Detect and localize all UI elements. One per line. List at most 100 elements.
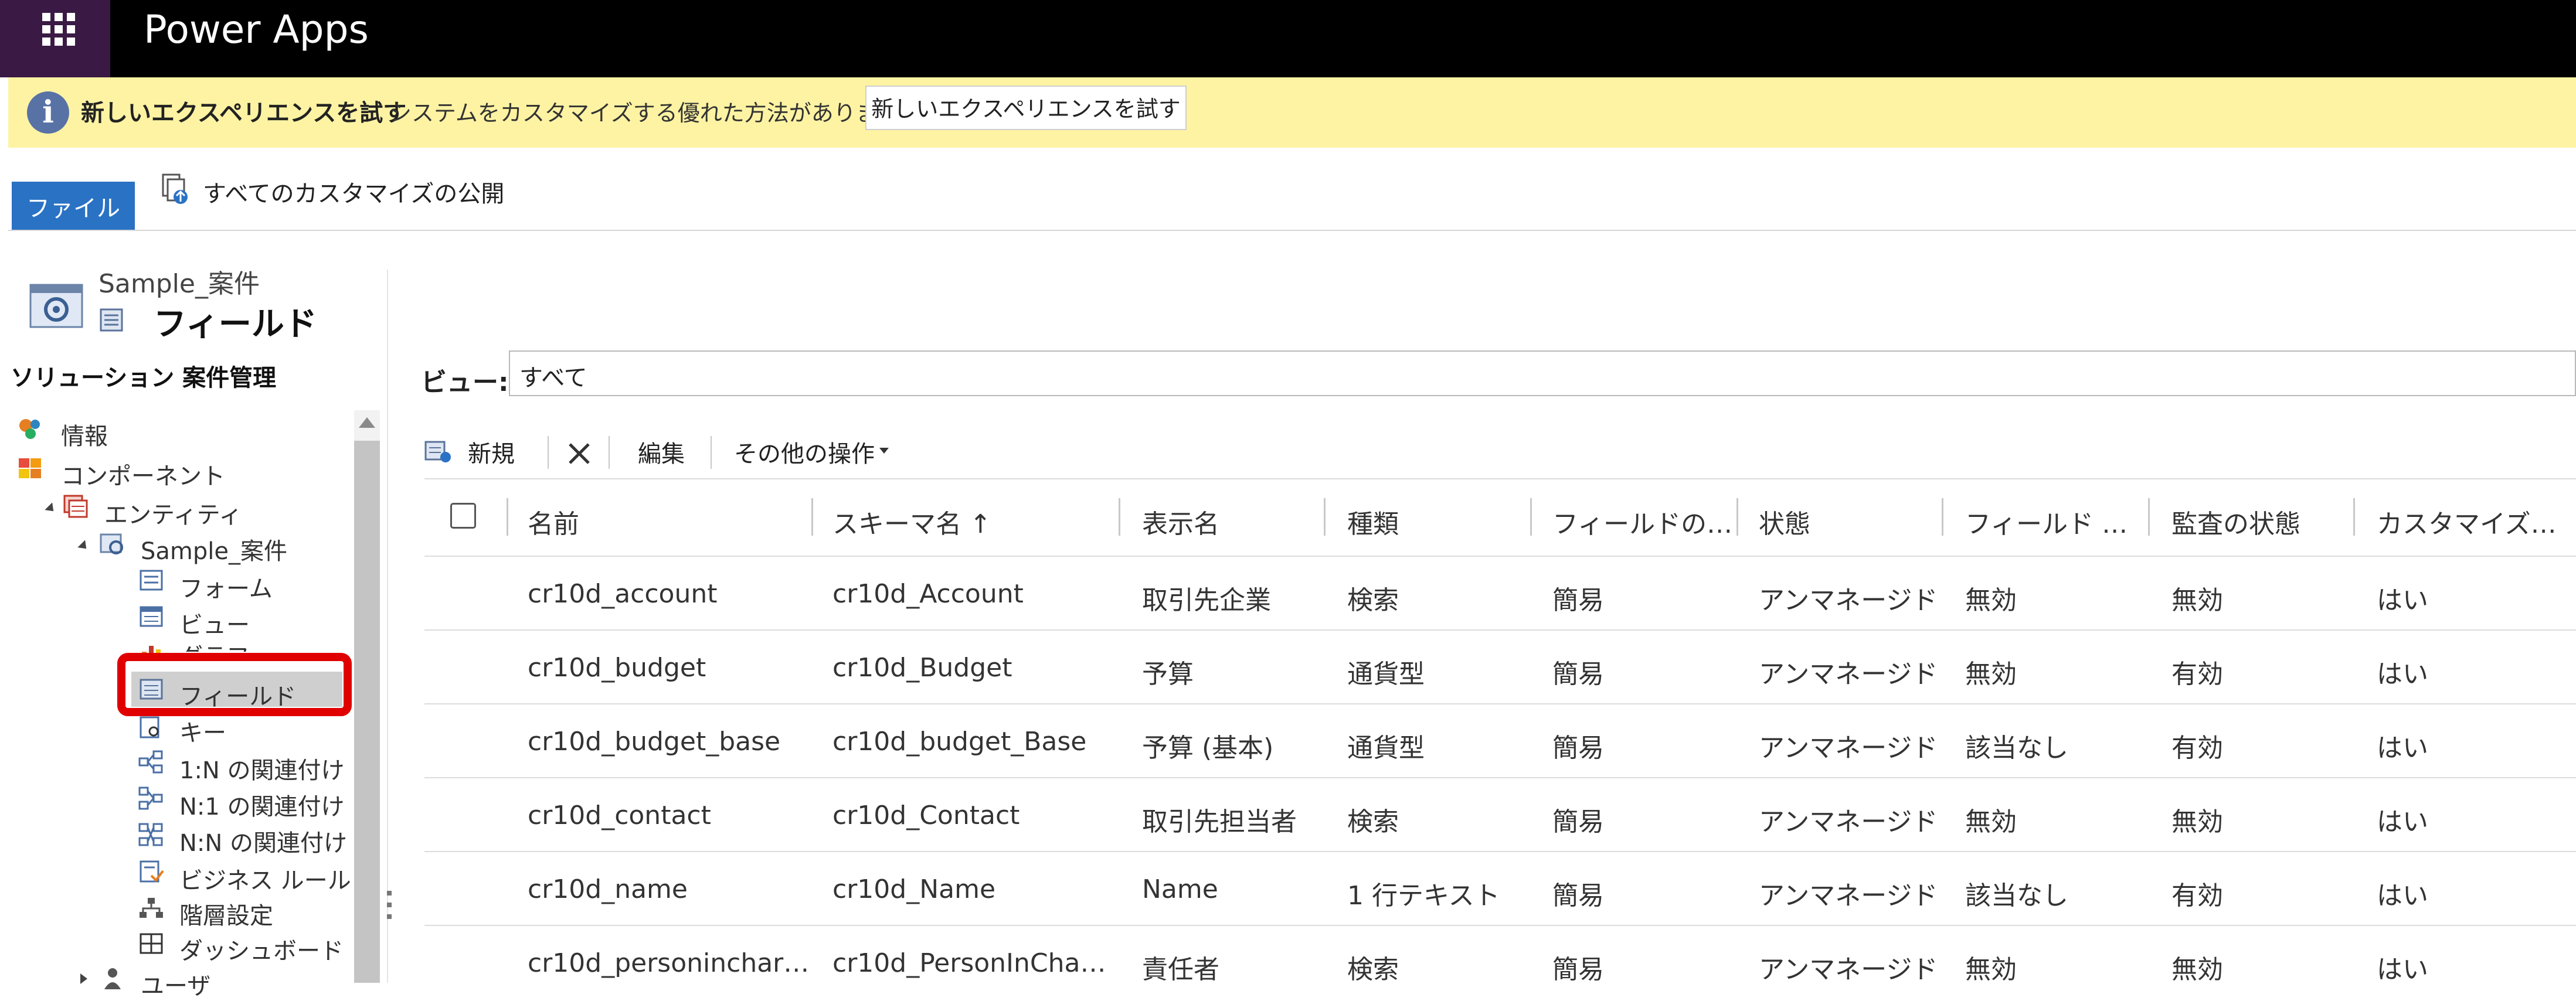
column-header-state[interactable]: 状態 [1759, 503, 1935, 540]
cell-field-type: 簡易 [1552, 585, 1604, 615]
column-separator [507, 498, 508, 536]
app-launcher-button[interactable] [0, 0, 110, 77]
cell-display-name: 責任者 [1142, 955, 1219, 985]
cell-name: cr10d_name [528, 874, 688, 904]
column-separator[interactable] [1736, 498, 1738, 536]
delete-icon[interactable] [566, 441, 592, 467]
sidebar-scroll-thumb[interactable] [354, 441, 380, 983]
cell-type: 検索 [1347, 585, 1399, 615]
entity-icon [100, 533, 123, 554]
table-row[interactable]: cr10d_contact cr10d_Contact 取引先担当者 検索 簡易… [424, 778, 2576, 852]
column-header-type[interactable]: 種類 [1347, 503, 1523, 540]
table-row[interactable]: cr10d_budget_base cr10d_budget_Base 予算 (… [424, 704, 2576, 778]
sidebar-item-dashboards[interactable]: ダッシュボード [179, 932, 344, 966]
column-header-schema-name[interactable]: スキーマ名 ↑ [832, 503, 1008, 540]
banner-title: 新しいエクスペリエンスを試す [81, 100, 407, 127]
cell-schema-name: cr10d_Account [832, 579, 1024, 609]
cell-field-type: 簡易 [1552, 659, 1604, 689]
toolbar-separator [609, 436, 610, 469]
column-header-field-type[interactable]: フィールドの… [1552, 503, 1752, 540]
more-actions-button[interactable]: その他の操作 [734, 435, 875, 469]
cell-field-type: 簡易 [1552, 955, 1604, 985]
key-icon [140, 716, 159, 738]
sidebar-item-1n-relationships[interactable]: 1:N の関連付け [179, 751, 345, 785]
cell-state: アンマネージド [1759, 955, 1935, 985]
business-rule-icon [140, 860, 164, 883]
new-button[interactable]: 新規 [468, 435, 515, 469]
publish-all-button[interactable]: すべてのカスタマイズの公開 [203, 175, 504, 209]
column-header-name[interactable]: 名前 [528, 503, 645, 540]
table-row[interactable]: cr10d_name cr10d_Name Name 1 行テキスト 簡易 アン… [424, 852, 2576, 926]
column-header-customizable[interactable]: カスタマイズ… [2377, 503, 2576, 540]
table-row[interactable]: cr10d_budget cr10d_Budget 予算 通貨型 簡易 アンマネ… [424, 631, 2576, 704]
sidebar-item-keys[interactable]: キー [179, 722, 226, 748]
collapse-arrow-icon[interactable] [77, 540, 90, 553]
cell-field-type: 簡易 [1552, 881, 1604, 911]
cell-field-security: 無効 [1965, 659, 2017, 689]
cell-schema-name: cr10d_Contact [832, 801, 1020, 830]
cell-field-type: 簡易 [1552, 733, 1604, 763]
panel-resize-grip[interactable] [387, 891, 392, 931]
edit-button[interactable]: 編集 [638, 435, 685, 469]
sidebar-item-users[interactable]: ユーザ [141, 967, 210, 1001]
sidebar-item-components[interactable]: コンポーネント [61, 457, 225, 491]
app-title: Power Apps [144, 7, 369, 52]
sidebar-item-info[interactable]: 情報 [61, 417, 108, 451]
cell-display-name: 予算 (基本) [1142, 733, 1274, 763]
column-separator[interactable] [1530, 498, 1532, 536]
cell-state: アンマネージド [1759, 807, 1935, 837]
sidebar-item-forms[interactable]: フォーム [179, 570, 273, 604]
sidebar-item-sample-entity[interactable]: Sample_案件 [141, 532, 287, 566]
info-icon [19, 419, 40, 439]
chevron-down-icon[interactable] [879, 448, 889, 454]
cell-audit-state: 無効 [2171, 807, 2223, 837]
sidebar-item-nn-relationships[interactable]: N:N の関連付け [179, 824, 347, 858]
sidebar-item-n1-relationships[interactable]: N:1 の関連付け [179, 788, 345, 822]
expand-arrow-icon[interactable] [80, 973, 87, 984]
cell-type: 検索 [1347, 807, 1399, 837]
view-label: ビュー: [421, 367, 509, 397]
column-separator[interactable] [2148, 498, 2150, 536]
view-selector[interactable]: すべて [509, 350, 2576, 396]
ribbon-divider [8, 230, 2576, 231]
column-header-display-name[interactable]: 表示名 [1142, 503, 1318, 540]
publish-icon[interactable] [162, 173, 189, 205]
table-row[interactable]: cr10d_personinchar… cr10d_PersonInCha… 責… [424, 926, 2576, 985]
cell-display-name: 取引先企業 [1142, 585, 1271, 615]
sidebar-item-entities[interactable]: エンティティ [104, 496, 242, 530]
sidebar-item-hierarchy[interactable]: 階層設定 [179, 897, 273, 931]
column-separator[interactable] [1119, 498, 1120, 536]
column-header-audit-state[interactable]: 監査の状態 [2171, 503, 2347, 540]
column-separator[interactable] [1942, 498, 1943, 536]
try-new-experience-button[interactable]: 新しいエクスペリエンスを試す [865, 86, 1187, 130]
cell-customizable: はい [2377, 881, 2428, 911]
banner-text: システムをカスタマイズする優れた方法があります [389, 100, 900, 126]
column-header-field-security[interactable]: フィールド … [1965, 503, 2147, 540]
scroll-up-arrow-icon[interactable] [359, 417, 375, 428]
cell-schema-name: cr10d_PersonInCha… [832, 948, 1106, 978]
top-bar: Power Apps [0, 0, 2576, 77]
file-tab[interactable]: ファイル [12, 182, 135, 230]
cell-name: cr10d_account [528, 579, 718, 609]
select-all-checkbox[interactable] [450, 503, 476, 529]
cell-customizable: はい [2377, 585, 2428, 615]
new-record-icon[interactable] [424, 437, 451, 463]
sidebar-item-business-rules[interactable]: ビジネス ルール [179, 862, 351, 896]
column-separator[interactable] [2353, 498, 2355, 536]
column-separator[interactable] [811, 498, 813, 536]
column-separator[interactable] [1324, 498, 1326, 536]
cell-field-security: 無効 [1965, 807, 2017, 837]
collapse-arrow-icon[interactable] [45, 502, 57, 515]
entity-name: Sample_案件 [98, 269, 260, 299]
cell-audit-state: 有効 [2171, 659, 2223, 689]
user-icon [104, 968, 121, 989]
cell-name: cr10d_contact [528, 801, 711, 830]
cell-display-name: 取引先担当者 [1142, 807, 1297, 837]
cell-type: 通貨型 [1347, 733, 1425, 763]
sidebar-item-charts[interactable]: グラフ [179, 638, 250, 652]
sidebar-item-views[interactable]: ビュー [179, 606, 250, 640]
solution-label: ソリューション 案件管理 [11, 365, 277, 391]
hierarchy-icon [140, 898, 163, 918]
table-row[interactable]: cr10d_account cr10d_Account 取引先企業 検索 簡易 … [424, 557, 2576, 631]
page-title: フィールド [154, 305, 317, 343]
